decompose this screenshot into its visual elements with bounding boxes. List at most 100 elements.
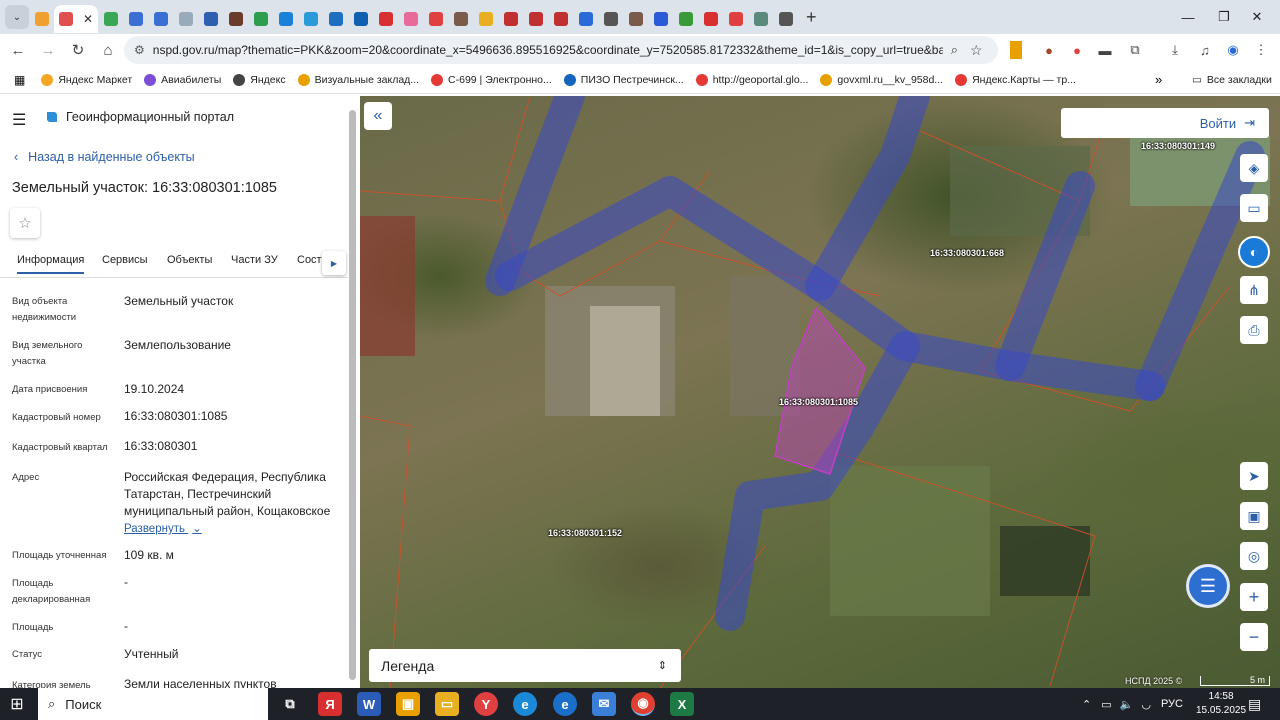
share-icon[interactable]: ⋔ [1240,276,1268,304]
windows-start-icon[interactable]: ⊞ [8,695,26,713]
extension-icon[interactable]: ● [1068,41,1086,59]
extension-icon[interactable]: ▬ [1096,41,1114,59]
media-icon[interactable]: ♫ [1196,41,1214,59]
tab-information[interactable]: Информация [17,254,85,274]
store-app-icon[interactable]: ▣ [396,692,420,716]
network-icon[interactable]: ▭ [1101,698,1111,711]
chrome-app-icon[interactable]: ◉ [631,692,655,716]
back-arrow-icon[interactable]: ← [4,36,32,64]
tab[interactable] [773,5,798,33]
notifications-icon[interactable]: ▤ [1248,688,1261,720]
tab[interactable] [498,5,523,33]
tab-parts[interactable]: Части ЗУ [231,254,278,266]
ruler-icon[interactable]: ▭ [1240,194,1268,222]
tab[interactable] [448,5,473,33]
favorite-star-icon[interactable]: ☆ [10,208,40,238]
hamburger-menu-icon[interactable]: ☰ [12,110,26,130]
bookmark-item[interactable]: С-699 | Электронно... [431,73,552,86]
extension-icon[interactable]: ● [1040,41,1058,59]
bookmark-item[interactable]: Визуальные заклад... [297,73,419,86]
panel-scrollbar[interactable] [349,110,356,680]
bookmark-item[interactable]: Авиабилеты [144,73,221,86]
menu-dots-icon[interactable]: ⋮ [1252,41,1270,59]
login-button[interactable]: Войти ⇥ [1061,108,1269,138]
tab[interactable] [173,5,198,33]
all-bookmarks-folder[interactable]: ▭ Все закладки [1192,74,1272,86]
tab[interactable] [148,5,173,33]
tab[interactable] [323,5,348,33]
tab[interactable] [123,5,148,33]
tab[interactable] [398,5,423,33]
location-arrow-icon[interactable]: ➤ [1240,462,1268,490]
close-tab-icon[interactable]: ✕ [83,12,93,26]
home-icon[interactable]: ⌂ [94,36,122,64]
tab-objects[interactable]: Объекты [167,254,212,266]
bookmark-item[interactable]: Яндекс.Карты — тр... [955,73,1076,86]
tab[interactable] [298,5,323,33]
url-text[interactable]: nspd.gov.ru/map?thematic=PKK&zoom=20&coo… [153,43,943,57]
tab[interactable] [548,5,573,33]
taskbar-search[interactable]: ⌕ Поиск [38,688,268,720]
download-icon[interactable]: ⤓ [1166,41,1184,59]
ie-app-icon[interactable]: e [553,692,577,716]
tab[interactable] [698,5,723,33]
tab[interactable] [748,5,773,33]
layers-icon[interactable]: ◈ [1240,154,1268,182]
tab[interactable] [223,5,248,33]
tab[interactable] [273,5,298,33]
wifi-icon[interactable]: ◡ [1141,698,1151,711]
yandex-browser-icon[interactable]: Y [474,692,498,716]
address-bar[interactable]: ⚙ nspd.gov.ru/map?thematic=PKK&zoom=20&c… [124,36,998,64]
task-view-icon[interactable]: ⧉ [278,692,302,716]
tab[interactable] [673,5,698,33]
tab[interactable] [648,5,673,33]
volume-icon[interactable]: 🔈 [1120,698,1134,711]
new-tab-button[interactable]: + [806,7,817,28]
tab[interactable] [98,5,123,33]
tab[interactable] [723,5,748,33]
extensions-puzzle-icon[interactable]: ⧉ [1126,41,1144,59]
tab[interactable] [248,5,273,33]
support-chat-icon[interactable]: ☰ [1186,564,1230,608]
edge-app-icon[interactable]: e [513,692,537,716]
bookmark-item[interactable]: Яндекс Маркет [41,73,132,86]
extension-icon[interactable] [1010,41,1022,59]
bookmark-item[interactable]: ПИЗО Пестречинск... [563,73,684,86]
tab[interactable] [373,5,398,33]
yandex-app-icon[interactable]: Я [318,692,342,716]
mail-app-icon[interactable]: ✉ [592,692,616,716]
excel-app-icon[interactable]: X [670,692,694,716]
cadastral-label[interactable]: 16:33:080301:152 [548,528,622,538]
minimap-icon[interactable]: ▣ [1240,502,1268,530]
cadastral-map[interactable]: 16:33:080301:149 16:33:080301:668 16:33:… [360,96,1280,688]
tab[interactable] [29,5,54,33]
tab[interactable] [573,5,598,33]
cadastral-label[interactable]: 16:33:080301:668 [930,248,1004,258]
cadastral-label[interactable]: 16:33:080301:149 [1141,141,1215,151]
tab-services[interactable]: Сервисы [102,254,148,266]
tray-arrow-icon[interactable]: ⌃ [1082,698,1091,711]
zoom-out-icon[interactable]: − [1240,623,1268,651]
tab-active[interactable]: ✕ [54,5,98,33]
chat-bot-icon[interactable]: ◐ [1238,236,1270,268]
window-close-button[interactable]: ✕ [1234,0,1280,34]
geo-search-icon[interactable]: ◎ [1240,542,1268,570]
tab[interactable] [348,5,373,33]
word-app-icon[interactable]: W [357,692,381,716]
language-indicator[interactable]: РУС [1161,698,1183,710]
tab[interactable] [473,5,498,33]
print-icon[interactable]: ⎙ [1240,316,1268,344]
tab[interactable] [598,5,623,33]
profile-icon[interactable]: ◉ [1224,41,1242,59]
back-to-results-link[interactable]: ‹ Назад в найденные объекты [14,150,195,164]
bookmark-item[interactable]: govxml.ru__kv_958d... [820,73,943,86]
zoom-icon[interactable]: ⌕ [951,42,958,58]
tabs-scroll-right-icon[interactable]: ▶ [322,251,346,275]
expand-address-link[interactable]: Развернуть ⌄ [124,521,202,535]
tab[interactable] [523,5,548,33]
apps-grid-icon[interactable]: ▦ [14,73,25,87]
bookmark-star-icon[interactable]: ☆ [970,42,983,59]
zoom-in-icon[interactable]: + [1240,583,1268,611]
reload-icon[interactable]: ↻ [64,36,92,64]
cadastral-label[interactable]: 16:33:080301:1085 [779,397,858,407]
